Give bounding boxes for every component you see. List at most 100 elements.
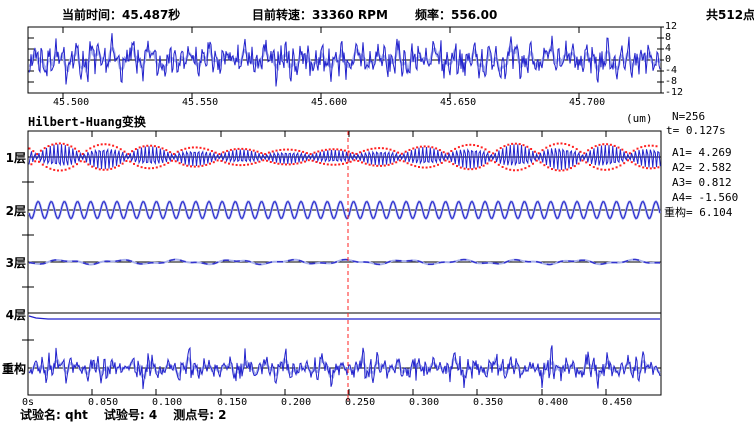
imf1-envelope-marker <box>496 149 498 151</box>
imf1-envelope-marker <box>619 164 621 166</box>
imf1-envelope-marker <box>467 168 469 170</box>
imf1-envelope-marker <box>530 148 532 150</box>
imf1-envelope-marker <box>105 143 107 145</box>
imf1-envelope-marker <box>260 152 262 154</box>
imf1-envelope-marker <box>220 160 222 162</box>
imf4-trace <box>29 316 660 319</box>
imf1-envelope-marker <box>108 144 110 146</box>
imf1-envelope-marker <box>192 146 194 148</box>
imf1-envelope-marker <box>317 150 319 152</box>
imf1-envelope-marker <box>395 161 397 163</box>
amplitude-value: A3= 0.812 <box>672 177 732 188</box>
imf1-envelope-marker <box>644 145 646 147</box>
imf1-envelope-marker <box>264 153 266 155</box>
imf1-envelope-marker <box>591 147 593 149</box>
imf1-envelope-marker <box>549 145 551 147</box>
imf1-envelope-marker <box>59 142 61 144</box>
imf1-envelope-marker <box>68 167 70 169</box>
imf1-envelope-marker <box>431 146 433 148</box>
imf1-envelope-marker <box>165 149 167 151</box>
hht-x-tick-label: 0.400 <box>538 398 568 408</box>
imf1-envelope-marker <box>631 161 633 163</box>
hht-x-tick-label: 0.250 <box>345 398 375 408</box>
hht-title: Hilbert-Huang变换 <box>28 113 146 130</box>
imf1-envelope-marker <box>359 151 361 153</box>
imf1-envelope-marker <box>367 149 369 151</box>
imf1-envelope-marker <box>363 150 365 152</box>
imf1-envelope-marker <box>654 167 656 169</box>
imf1-envelope-marker <box>570 167 572 169</box>
imf1-envelope-marker <box>200 147 202 149</box>
imf1-envelope-marker <box>371 148 373 150</box>
imf1-envelope-marker <box>67 144 69 146</box>
imf1-envelope-marker <box>357 160 359 162</box>
imf1-envelope-marker <box>397 152 399 154</box>
imf1-envelope-marker <box>637 148 639 150</box>
imf1-envelope-marker <box>352 152 354 154</box>
imf1-envelope-marker <box>86 150 88 152</box>
imf1-envelope-marker <box>209 163 211 165</box>
imf1-envelope-marker <box>55 143 57 145</box>
top-x-tick-label: 45.650 <box>440 98 480 108</box>
imf1-envelope-marker <box>648 145 650 147</box>
imf1-envelope-marker <box>236 164 238 166</box>
imf1-envelope-marker <box>471 168 473 170</box>
imf1-envelope-marker <box>532 163 534 165</box>
hht-x-tick-label: 0.200 <box>281 398 311 408</box>
charts-canvas[interactable] <box>0 0 754 424</box>
imf1-envelope-marker <box>74 148 76 150</box>
imf1-envelope-marker <box>625 151 627 153</box>
imf1-envelope-marker <box>141 166 143 168</box>
imf1-envelope-marker <box>390 149 392 151</box>
imf1-envelope-marker <box>612 168 614 170</box>
imf1-envelope-marker <box>76 163 78 165</box>
imf1-envelope-marker <box>657 166 659 168</box>
imf1-envelope-marker <box>429 166 431 168</box>
imf1-envelope-marker <box>163 164 165 166</box>
imf1-envelope-marker <box>186 165 188 167</box>
imf1-envelope-marker <box>129 161 131 163</box>
imf1-envelope-marker <box>452 163 454 165</box>
imf1-envelope-marker <box>315 161 317 163</box>
imf1-envelope-marker <box>428 146 430 148</box>
imf1-envelope-marker <box>78 150 80 152</box>
imf1-envelope-marker <box>372 164 374 166</box>
imf1-envelope-marker <box>466 144 468 146</box>
imf1-envelope-marker <box>638 165 640 167</box>
top-y-tick-label: 12 <box>665 22 677 32</box>
amplitude-value: 重构= 6.104 <box>664 207 732 218</box>
imf1-envelope-marker <box>433 165 435 167</box>
imf1-envelope-marker <box>504 145 506 147</box>
imf1-envelope-marker <box>384 165 386 167</box>
imf1-envelope-marker <box>441 162 443 164</box>
imf1-envelope-marker <box>84 161 86 163</box>
imf1-envelope-marker <box>608 169 610 171</box>
imf1-envelope-marker <box>34 160 36 162</box>
imf1-envelope-marker <box>445 160 447 162</box>
imf1-envelope-marker <box>249 149 251 151</box>
imf1-envelope-marker <box>338 163 340 165</box>
row-label-2: 2层 <box>0 202 26 219</box>
imf1-envelope-marker <box>29 147 31 149</box>
imf1-envelope-marker <box>217 159 219 161</box>
top-y-tick-label: 0 <box>665 55 671 65</box>
imf1-envelope-marker <box>167 162 169 164</box>
imf1-envelope-marker <box>382 147 384 149</box>
imf1-envelope-marker <box>513 169 515 171</box>
imf1-envelope-marker <box>226 150 228 152</box>
imf1-envelope-marker <box>528 165 530 167</box>
imf1-envelope-marker <box>258 161 260 163</box>
imf1-envelope-marker <box>319 162 321 164</box>
imf1-envelope-marker <box>543 164 545 166</box>
imf1-envelope-marker <box>188 147 190 149</box>
imf1-envelope-marker <box>386 148 388 150</box>
row-label-4: 4层 <box>0 306 26 323</box>
imf1-envelope-marker <box>106 169 108 171</box>
imf1-envelope-marker <box>355 153 357 155</box>
imf1-envelope-marker <box>646 167 648 169</box>
imf1-envelope-marker <box>82 153 84 155</box>
imf1-envelope-marker <box>331 164 333 166</box>
hht-x-tick-label: 0.300 <box>409 398 439 408</box>
imf1-envelope-marker <box>464 168 466 170</box>
imf1-envelope-marker <box>133 163 135 165</box>
